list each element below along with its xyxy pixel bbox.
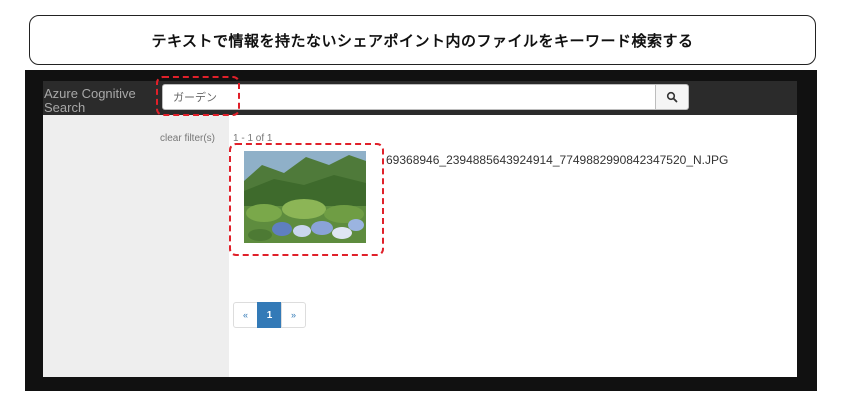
pagination: « 1 » — [233, 302, 306, 328]
search-app: Azure Cognitive Search clear filter(s) 1… — [43, 81, 797, 377]
result-filename[interactable]: 69368946_2394885643924914_77498829908423… — [386, 153, 728, 167]
search-button[interactable] — [656, 84, 689, 110]
result-thumbnail[interactable] — [244, 151, 366, 243]
clear-filters-link[interactable]: clear filter(s) — [160, 133, 215, 144]
brand-title[interactable]: Azure Cognitive Search — [44, 87, 154, 115]
sidebar: clear filter(s) — [43, 115, 229, 377]
pagination-prev[interactable]: « — [233, 302, 258, 328]
results-count: 1 - 1 of 1 — [233, 133, 273, 144]
pagination-page-1[interactable]: 1 — [257, 302, 282, 328]
search-icon — [666, 91, 678, 103]
garden-photo-image — [244, 151, 366, 243]
result-item: 69368946_2394885643924914_77498829908423… — [243, 151, 783, 246]
pagination-next[interactable]: » — [281, 302, 306, 328]
search-input[interactable] — [162, 84, 656, 110]
caption-banner: テキストで情報を持たないシェアポイント内のファイルをキーワード検索する — [29, 15, 816, 65]
navbar: Azure Cognitive Search — [43, 81, 797, 115]
